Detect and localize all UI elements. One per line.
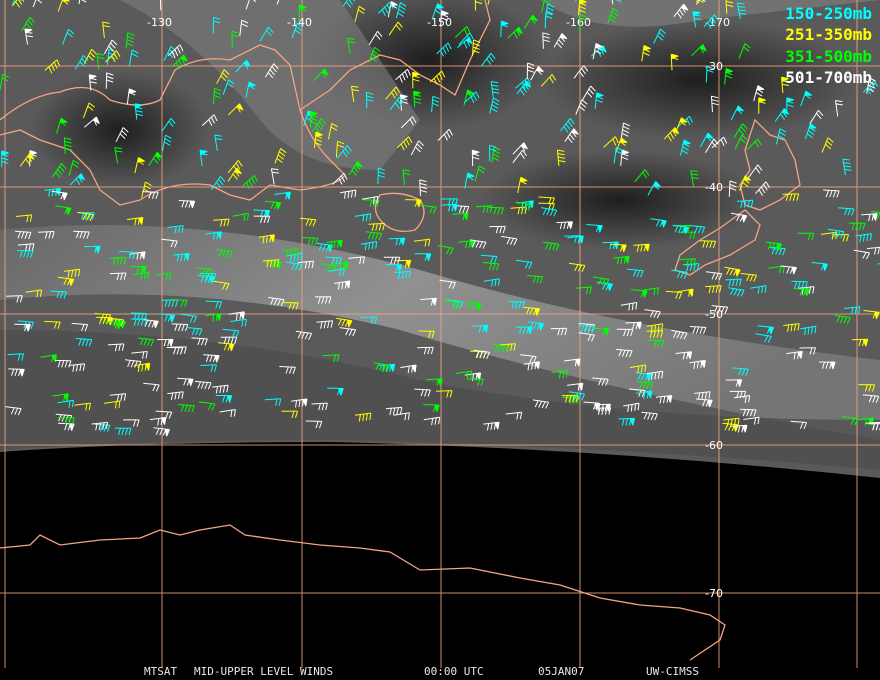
lon-label: -130: [147, 16, 172, 29]
wind-barb: [435, 390, 453, 392]
caption-satellite: MTSAT: [144, 665, 178, 678]
caption-credit: UW-CIMSS: [646, 665, 699, 678]
wind-barb: [705, 66, 708, 83]
legend-item-251-350: 251-350mb: [785, 25, 872, 44]
wind-barb: [109, 272, 127, 275]
wind-barb: [142, 191, 159, 193]
wind-barb: [647, 339, 664, 342]
wind-barb: [6, 295, 23, 297]
wind-barb: [610, 243, 627, 246]
lat-label: -70: [705, 587, 723, 600]
lat-label: -60: [705, 439, 723, 452]
map-canvas: -130 -140 -150 -160 -170 -30 -40 -50 -60…: [0, 0, 880, 668]
satellite-wind-map: -130 -140 -150 -160 -170 -30 -40 -50 -60…: [0, 0, 880, 680]
wind-barb: [44, 320, 61, 323]
lon-label: -160: [566, 16, 591, 29]
wind-barb: [171, 323, 188, 325]
wind-barb: [119, 251, 136, 253]
caption-date: 05JAN07: [538, 665, 585, 678]
wind-barb: [205, 300, 222, 303]
wind-barb: [159, 0, 162, 11]
lon-label: -150: [427, 16, 452, 29]
caption-title: MID-UPPER LEVEL WINDS: [194, 665, 334, 678]
wind-barb: [550, 327, 567, 330]
wind-barb: [561, 394, 578, 397]
satellite-imagery: [0, 0, 880, 478]
wind-barb: [728, 180, 731, 197]
caption-time: 00:00 UTC: [424, 665, 484, 678]
lat-label: -50: [705, 308, 723, 321]
product-caption: MTSAT MID-UPPER LEVEL WINDS 00:00 UTC 05…: [0, 665, 880, 679]
wind-barb: [636, 381, 653, 383]
wind-barb: [8, 368, 25, 370]
legend-item-150-250: 150-250mb: [785, 4, 872, 23]
wind-barb: [578, 325, 595, 327]
lat-label: -40: [705, 181, 723, 194]
wind-barb: [487, 206, 504, 209]
wind-barb: [178, 200, 195, 202]
legend-item-351-500: 351-500mb: [785, 47, 872, 66]
wind-barb: [73, 230, 90, 233]
lon-label: -170: [705, 16, 730, 29]
wind-barb: [594, 407, 611, 409]
wind-barb: [130, 312, 147, 314]
wind-barb: [740, 408, 757, 411]
wind-barb: [542, 32, 544, 49]
wind-barb: [231, 31, 233, 48]
legend-item-501-700: 501-700mb: [785, 68, 872, 87]
wind-barb: [279, 366, 296, 368]
wind-barb: [544, 12, 547, 29]
